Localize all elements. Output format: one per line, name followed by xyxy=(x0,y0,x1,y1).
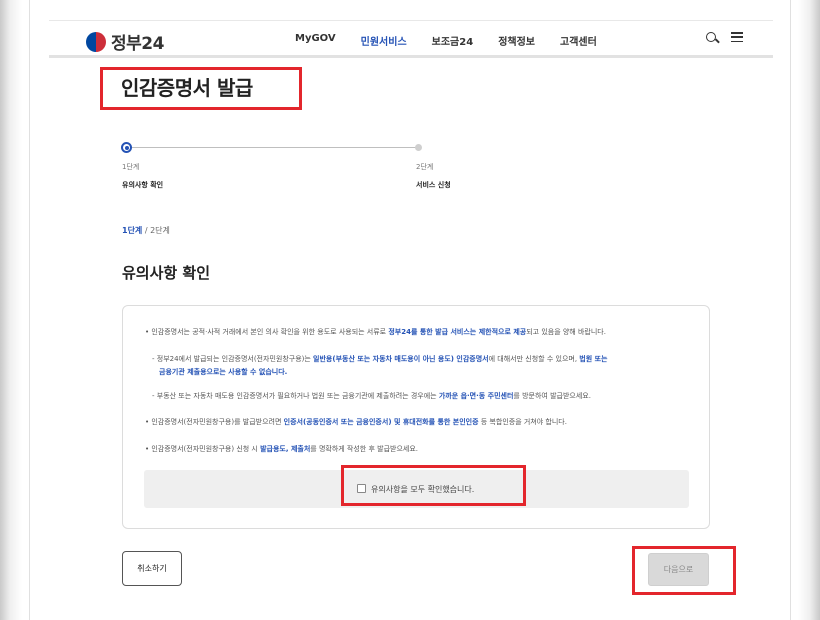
taegeuk-logo-icon xyxy=(86,31,106,52)
nav-item-customer-center[interactable]: 고객센터 xyxy=(560,33,597,48)
confirm-label[interactable]: 유의사항을 모두 확인했습니다. xyxy=(371,484,474,495)
step-1-name: 유의사항 확인 xyxy=(122,181,164,189)
step-breadcrumb: 1단계 / 2단계 xyxy=(122,225,170,236)
step-1-number: 1단계 xyxy=(122,163,140,171)
logo-text: 정부24 xyxy=(111,34,164,54)
confirm-bar: 유의사항을 모두 확인했습니다. xyxy=(144,465,689,508)
main-nav: MyGOV 민원서비스 보조금24 정책정보 고객센터 xyxy=(295,33,622,48)
notice-box: • 인감증명서는 공적·사적 거래에서 본인 의사 확인을 위한 용도로 사용되… xyxy=(122,305,710,529)
cancel-button[interactable]: 취소하기 xyxy=(122,551,182,586)
step-1-indicator xyxy=(121,142,132,153)
hamburger-menu-icon[interactable] xyxy=(731,31,743,43)
next-button[interactable]: 다음으로 xyxy=(648,553,709,586)
site-header: 정부24 MyGOV 민원서비스 보조금24 정책정보 고객센터 xyxy=(49,20,773,58)
nav-item-subsidy[interactable]: 보조금24 xyxy=(432,33,474,48)
section-title: 유의사항 확인 xyxy=(122,264,211,282)
notice-item-1: • 인감증명서는 공적·사적 거래에서 본인 의사 확인을 위한 용도로 사용되… xyxy=(145,328,606,336)
page-title: 인감증명서 발급 xyxy=(121,76,253,100)
notice-item-2-cont: 금융기관 제출용으로는 사용할 수 없습니다. xyxy=(159,368,288,376)
notice-item-3: - 부동산 또는 자동차 매도용 인감증명서가 필요하거나 법원 또는 금융기관… xyxy=(152,392,591,400)
notice-item-4: • 인감증명서(전자민원창구용)를 발급받으려면 인증서(공동인증서 또는 금융… xyxy=(145,418,567,426)
breadcrumb-rest: / 2단계 xyxy=(142,226,170,235)
notice-item-2: - 정부24에서 발급되는 인감증명서(전자민원창구용)는 일반용(부동산 또는… xyxy=(152,355,608,363)
breadcrumb-current: 1단계 xyxy=(122,226,143,235)
logo[interactable]: 정부24 xyxy=(86,29,164,54)
confirm-checkbox[interactable] xyxy=(357,484,366,493)
nav-item-civil-services[interactable]: 민원서비스 xyxy=(361,33,407,48)
stepper-line xyxy=(128,147,420,148)
nav-item-policy[interactable]: 정책정보 xyxy=(498,33,535,48)
page: 정부24 MyGOV 민원서비스 보조금24 정책정보 고객센터 인감증명서 발… xyxy=(29,0,791,620)
nav-item-mygov[interactable]: MyGOV xyxy=(295,33,336,48)
step-2-name: 서비스 신청 xyxy=(416,181,451,189)
step-2-number: 2단계 xyxy=(416,163,434,171)
step-2-indicator xyxy=(415,144,422,151)
search-icon[interactable] xyxy=(705,31,719,45)
notice-item-5: • 인감증명서(전자민원창구용) 신청 시 발급용도, 제출처를 명확하게 작성… xyxy=(145,445,419,453)
